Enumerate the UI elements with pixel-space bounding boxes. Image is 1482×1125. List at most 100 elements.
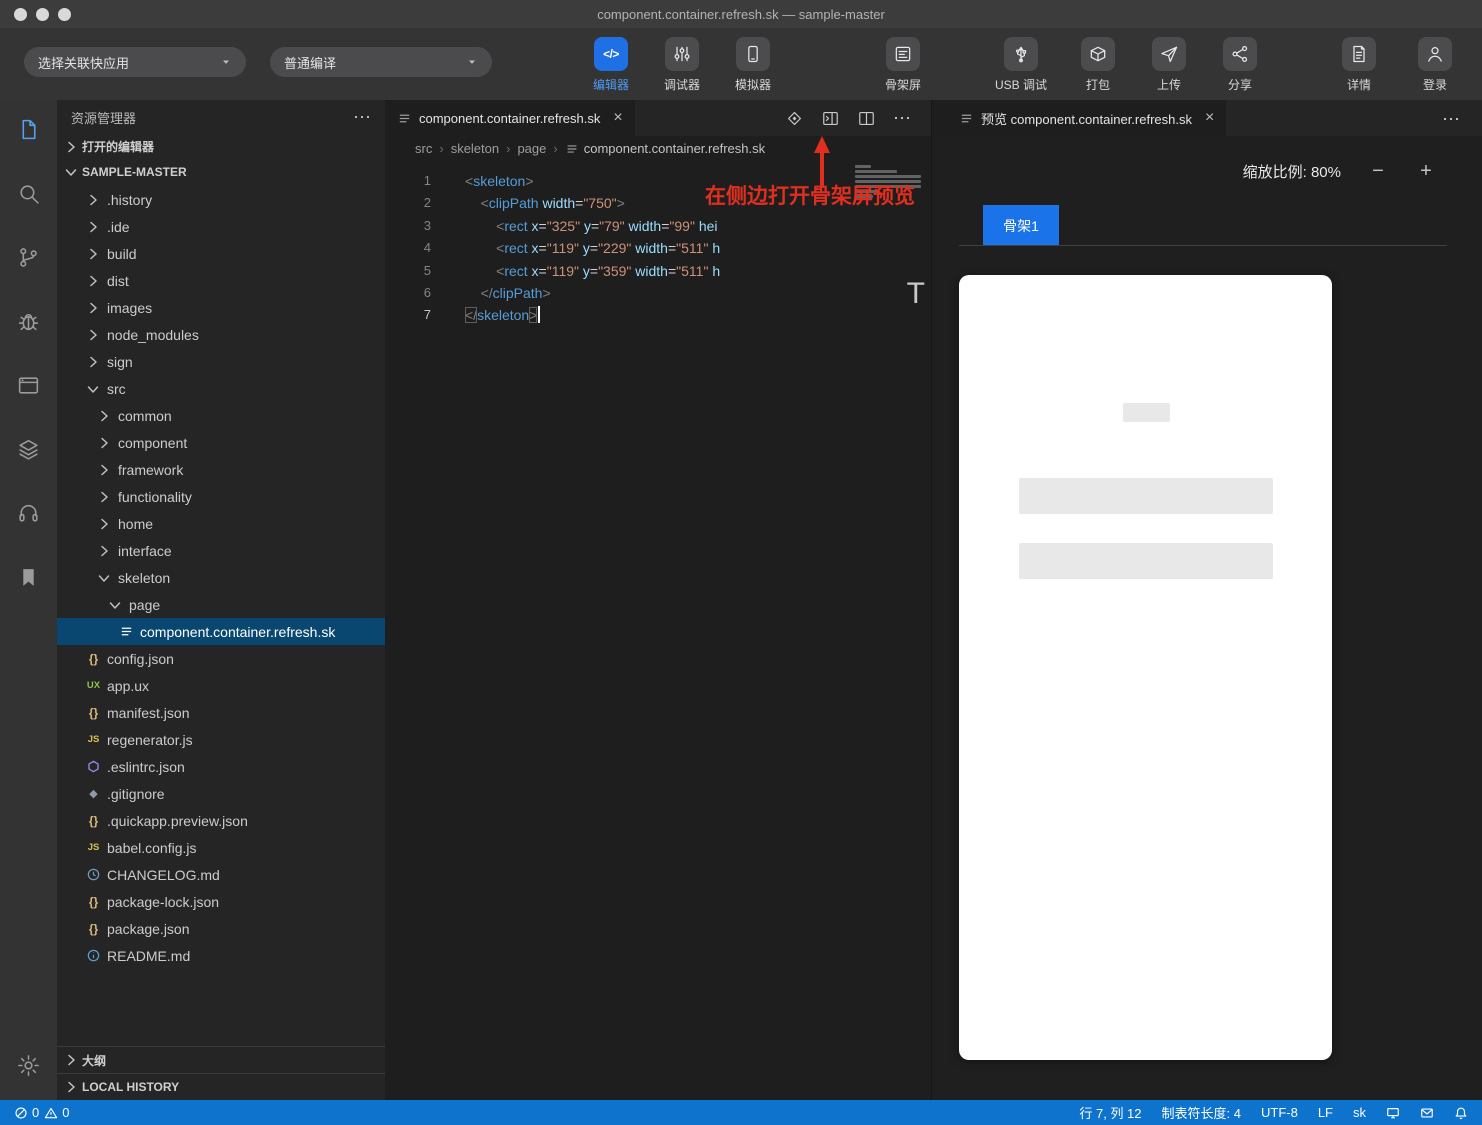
- tree-item-.ide[interactable]: .ide: [57, 213, 385, 240]
- zoom-out-button[interactable]: −: [1367, 161, 1389, 181]
- activity-explorer[interactable]: [0, 100, 57, 164]
- tree-item-images[interactable]: images: [57, 294, 385, 321]
- close-tab-icon[interactable]: ×: [1205, 110, 1214, 126]
- preview-tab[interactable]: 预览 component.container.refresh.sk ×: [932, 100, 1226, 136]
- toolbar-simulator-button[interactable]: 模拟器: [720, 37, 786, 93]
- tab-size[interactable]: 制表符长度: 4: [1162, 1103, 1241, 1122]
- toolbar-debugger-button[interactable]: 调试器: [649, 37, 715, 93]
- outline-section[interactable]: 大纲: [57, 1046, 385, 1073]
- encoding[interactable]: UTF-8: [1261, 1105, 1298, 1120]
- code-text: <rect x="119" y="359" width="511" h: [465, 260, 720, 282]
- eol[interactable]: LF: [1318, 1105, 1333, 1120]
- compile-mode-dropdown[interactable]: 普通编译: [270, 47, 492, 77]
- tree-item-interface[interactable]: interface: [57, 537, 385, 564]
- error-count[interactable]: 0: [32, 1105, 39, 1120]
- minimize-window-button[interactable]: [36, 8, 49, 21]
- more-actions-icon[interactable]: ⋯: [353, 112, 371, 122]
- chevron-down-icon: [85, 381, 102, 397]
- activity-layers[interactable]: [0, 420, 57, 484]
- toolbar-editor-button[interactable]: </>编辑器: [578, 37, 644, 93]
- tree-item-page[interactable]: page: [57, 591, 385, 618]
- tree-item-framework[interactable]: framework: [57, 456, 385, 483]
- tree-item-regenerator.js[interactable]: JSregenerator.js: [57, 726, 385, 753]
- activity-settings[interactable]: [0, 1036, 57, 1100]
- select-quickapp-dropdown[interactable]: 选择关联快应用: [24, 47, 246, 77]
- tree-item-src[interactable]: src: [57, 375, 385, 402]
- mail-icon[interactable]: [1420, 1106, 1434, 1120]
- toolbar-package-button[interactable]: 打包: [1065, 37, 1131, 93]
- code-line-6[interactable]: 6 </clipPath>: [385, 282, 931, 304]
- tree-item-.gitignore[interactable]: ◆.gitignore: [57, 780, 385, 807]
- bell-icon[interactable]: [1454, 1106, 1468, 1120]
- zoom-window-button[interactable]: [58, 8, 71, 21]
- code-editor[interactable]: 1<skeleton>2 <clipPath width="750">3 <re…: [385, 161, 931, 1100]
- activity-source-control[interactable]: [0, 228, 57, 292]
- tree-item-sign[interactable]: sign: [57, 348, 385, 375]
- toolbar-login-button[interactable]: 登录: [1402, 37, 1468, 93]
- project-root-label: SAMPLE-MASTER: [82, 165, 187, 179]
- tree-item-manifest.json[interactable]: {}manifest.json: [57, 699, 385, 726]
- toolbar-details-label: 详情: [1347, 76, 1371, 93]
- tree-item-component[interactable]: component: [57, 429, 385, 456]
- problems-status[interactable]: 0 0: [14, 1105, 69, 1120]
- toolbar-share-button[interactable]: 分享: [1207, 37, 1273, 93]
- code-line-3[interactable]: 3 <rect x="325" y="79" width="99" hei: [385, 215, 931, 237]
- editor-tab[interactable]: component.container.refresh.sk ×: [385, 100, 635, 136]
- split-icon[interactable]: [857, 109, 876, 128]
- tree-item-.history[interactable]: .history: [57, 186, 385, 213]
- skeleton-tab[interactable]: 骨架1: [983, 205, 1059, 246]
- tree-item-functionality[interactable]: functionality: [57, 483, 385, 510]
- toolbar-upload-button[interactable]: 上传: [1136, 37, 1202, 93]
- warning-count[interactable]: 0: [62, 1105, 69, 1120]
- tree-item-build[interactable]: build: [57, 240, 385, 267]
- tree-item-home[interactable]: home: [57, 510, 385, 537]
- open-preview-icon[interactable]: [821, 109, 840, 128]
- preview-tabstrip: 预览 component.container.refresh.sk ×: [932, 100, 1482, 136]
- toolbar-details-button[interactable]: 详情: [1326, 37, 1392, 93]
- close-window-button[interactable]: [14, 8, 27, 21]
- tree-item-package.json[interactable]: {}package.json: [57, 915, 385, 942]
- breadcrumb-item-component.container.refresh.sk[interactable]: component.container.refresh.sk: [565, 141, 765, 156]
- zoom-in-button[interactable]: +: [1415, 161, 1437, 181]
- activity-debug[interactable]: [0, 292, 57, 356]
- tree-item-README.md[interactable]: README.md: [57, 942, 385, 969]
- activity-app-preview[interactable]: [0, 356, 57, 420]
- diamond-icon[interactable]: [785, 109, 804, 128]
- project-root-section[interactable]: SAMPLE-MASTER: [57, 159, 385, 184]
- activity-search[interactable]: [0, 164, 57, 228]
- breadcrumb-item-page[interactable]: page: [517, 141, 546, 156]
- tree-item-common[interactable]: common: [57, 402, 385, 429]
- local-history-section[interactable]: LOCAL HISTORY: [57, 1073, 385, 1100]
- more-actions-icon[interactable]: ⋯: [1442, 109, 1460, 130]
- tree-item-package-lock.json[interactable]: {}package-lock.json: [57, 888, 385, 915]
- tree-item-skeleton[interactable]: skeleton: [57, 564, 385, 591]
- tree-item-component.container.refresh.sk[interactable]: component.container.refresh.sk: [57, 618, 385, 645]
- tree-item-config.json[interactable]: {}config.json: [57, 645, 385, 672]
- tree-item-.eslintrc.json[interactable]: .eslintrc.json: [57, 753, 385, 780]
- open-editors-section[interactable]: 打开的编辑器: [57, 134, 385, 159]
- tree-item-label: src: [107, 381, 126, 397]
- toolbar-usb-debug-button[interactable]: USB 调试: [982, 37, 1060, 93]
- toolbar-skeleton-screen-button[interactable]: 骨架屏: [870, 37, 936, 93]
- activity-support[interactable]: [0, 484, 57, 548]
- close-tab-icon[interactable]: ×: [613, 110, 622, 126]
- tree-item-dist[interactable]: dist: [57, 267, 385, 294]
- remote-icon[interactable]: [1386, 1106, 1400, 1120]
- breadcrumb-item-src[interactable]: src: [415, 141, 432, 156]
- tree-item-CHANGELOG.md[interactable]: CHANGELOG.md: [57, 861, 385, 888]
- tree-item-app.ux[interactable]: UXapp.ux: [57, 672, 385, 699]
- code-line-4[interactable]: 4 <rect x="119" y="229" width="511" h: [385, 237, 931, 259]
- activity-bookmarks[interactable]: [0, 548, 57, 612]
- cursor-position[interactable]: 行 7, 列 12: [1079, 1103, 1141, 1122]
- more-icon[interactable]: ⋯: [893, 113, 911, 123]
- language-mode[interactable]: sk: [1353, 1105, 1366, 1120]
- breadcrumb-item-skeleton[interactable]: skeleton: [451, 141, 499, 156]
- code-line-2[interactable]: 2 <clipPath width="750">: [385, 192, 931, 214]
- tree-item-node_modules[interactable]: node_modules: [57, 321, 385, 348]
- code-line-1[interactable]: 1<skeleton>: [385, 170, 931, 192]
- code-line-7[interactable]: 7</skeleton>: [385, 304, 931, 326]
- tree-item-.quickapp.preview.json[interactable]: {}.quickapp.preview.json: [57, 807, 385, 834]
- minimap[interactable]: [855, 165, 923, 200]
- code-line-5[interactable]: 5 <rect x="119" y="359" width="511" h: [385, 260, 931, 282]
- tree-item-babel.config.js[interactable]: JSbabel.config.js: [57, 834, 385, 861]
